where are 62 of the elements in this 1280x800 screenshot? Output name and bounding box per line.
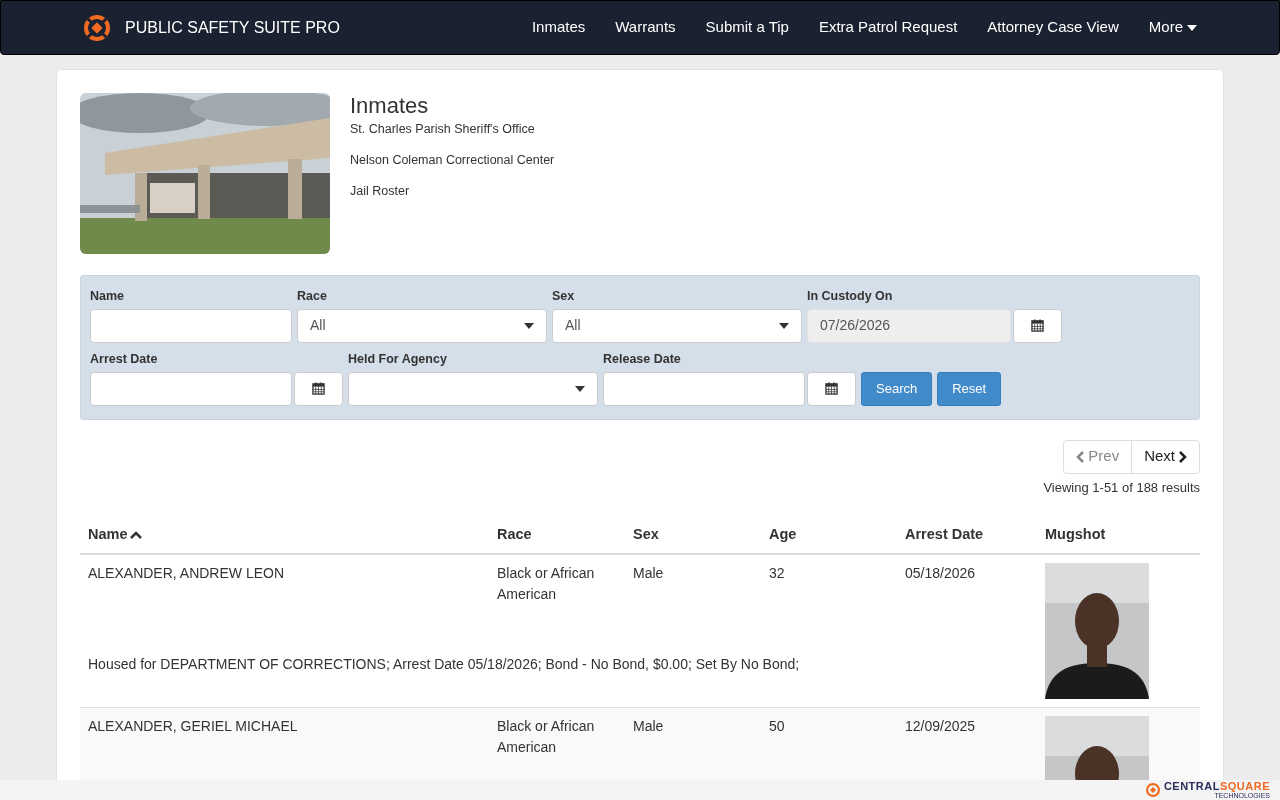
- next-button[interactable]: Next: [1131, 439, 1200, 474]
- nav-link[interactable]: Submit a Tip: [705, 16, 789, 39]
- table-cell: 50: [769, 718, 785, 734]
- table-cell: Black or African American: [497, 718, 595, 755]
- column-header[interactable]: Race: [497, 523, 633, 546]
- table-cell: 32: [769, 565, 785, 581]
- table-cell: ALEXANDER, GERIEL MICHAEL: [88, 718, 298, 734]
- caret-icon: [779, 322, 789, 329]
- field-label: Arrest Date: [90, 350, 159, 368]
- calendar-icon: [825, 382, 838, 395]
- calendar-button[interactable]: [1013, 308, 1062, 343]
- caret-icon: [1187, 24, 1197, 31]
- date-field[interactable]: [603, 371, 805, 406]
- nav-link[interactable]: Inmates: [531, 16, 586, 39]
- chevron-left-icon: [1076, 450, 1085, 463]
- select-field[interactable]: All: [297, 308, 547, 343]
- chevron-right-icon: [1179, 450, 1187, 463]
- text-field[interactable]: [90, 308, 292, 343]
- calendar-icon: [1031, 319, 1044, 333]
- field-label: In Custody On: [807, 288, 894, 305]
- column-header[interactable]: Mugshot: [1045, 523, 1192, 546]
- nav-link[interactable]: Warrants: [615, 16, 676, 39]
- calendar-button[interactable]: [294, 371, 343, 406]
- field-label: Held For Agency: [348, 350, 448, 368]
- subtitle: Jail Roster: [350, 182, 411, 200]
- table-cell: 12/09/2025: [905, 718, 976, 734]
- table-cell: Male: [633, 565, 664, 581]
- subtitle: St. Charles Parish Sheriff's Office: [350, 121, 536, 138]
- page-title: Inmates: [350, 93, 430, 119]
- table-cell: Male: [633, 718, 664, 734]
- table-cell: Black or African American: [497, 565, 595, 602]
- logo-icon: [84, 14, 110, 41]
- calendar-icon: [312, 382, 325, 395]
- results-summary: Viewing 1-51 of 188 results: [1043, 478, 1200, 497]
- date-field[interactable]: 07/26/2026: [807, 308, 1011, 343]
- sort-up-icon: [129, 530, 142, 539]
- logo-icon: [1145, 783, 1160, 797]
- column-header[interactable]: Name: [88, 523, 497, 546]
- caret-icon: [575, 385, 585, 392]
- row-note: Housed for DEPARTMENT OF CORRECTIONS; Arrest Date 05/18/2026; Bond - No Bond, $0.00; Set By No Bond;: [88, 655, 801, 674]
- calendar-button[interactable]: [807, 371, 856, 406]
- brand-name: PUBLIC SAFETY SUITE PRO: [125, 17, 340, 38]
- subtitle: Nelson Coleman Correctional Center: [350, 151, 555, 169]
- caret-icon: [524, 322, 534, 329]
- search-button[interactable]: Search: [861, 371, 933, 406]
- date-field[interactable]: [90, 371, 292, 406]
- nav-link[interactable]: Extra Patrol Request: [818, 16, 958, 39]
- field-label: Release Date: [603, 350, 682, 368]
- select-field[interactable]: All: [552, 308, 802, 343]
- select-field[interactable]: [348, 371, 598, 406]
- nav-link[interactable]: Attorney Case View: [987, 16, 1119, 39]
- field-label: Race: [297, 288, 328, 305]
- field-label: Name: [90, 288, 126, 305]
- column-header[interactable]: Sex: [633, 523, 769, 546]
- table-cell: 05/18/2026: [905, 565, 976, 581]
- column-header[interactable]: Age: [769, 523, 905, 546]
- dropdown-menu[interactable]: More: [1148, 16, 1197, 39]
- reset-button[interactable]: Reset: [937, 371, 1002, 406]
- field-label: Sex: [552, 288, 576, 305]
- column-header[interactable]: Arrest Date: [905, 523, 1045, 546]
- footer-logo-text: CENTRALSQUARE: [1163, 781, 1270, 792]
- table-cell: ALEXANDER, ANDREW LEON: [88, 565, 285, 581]
